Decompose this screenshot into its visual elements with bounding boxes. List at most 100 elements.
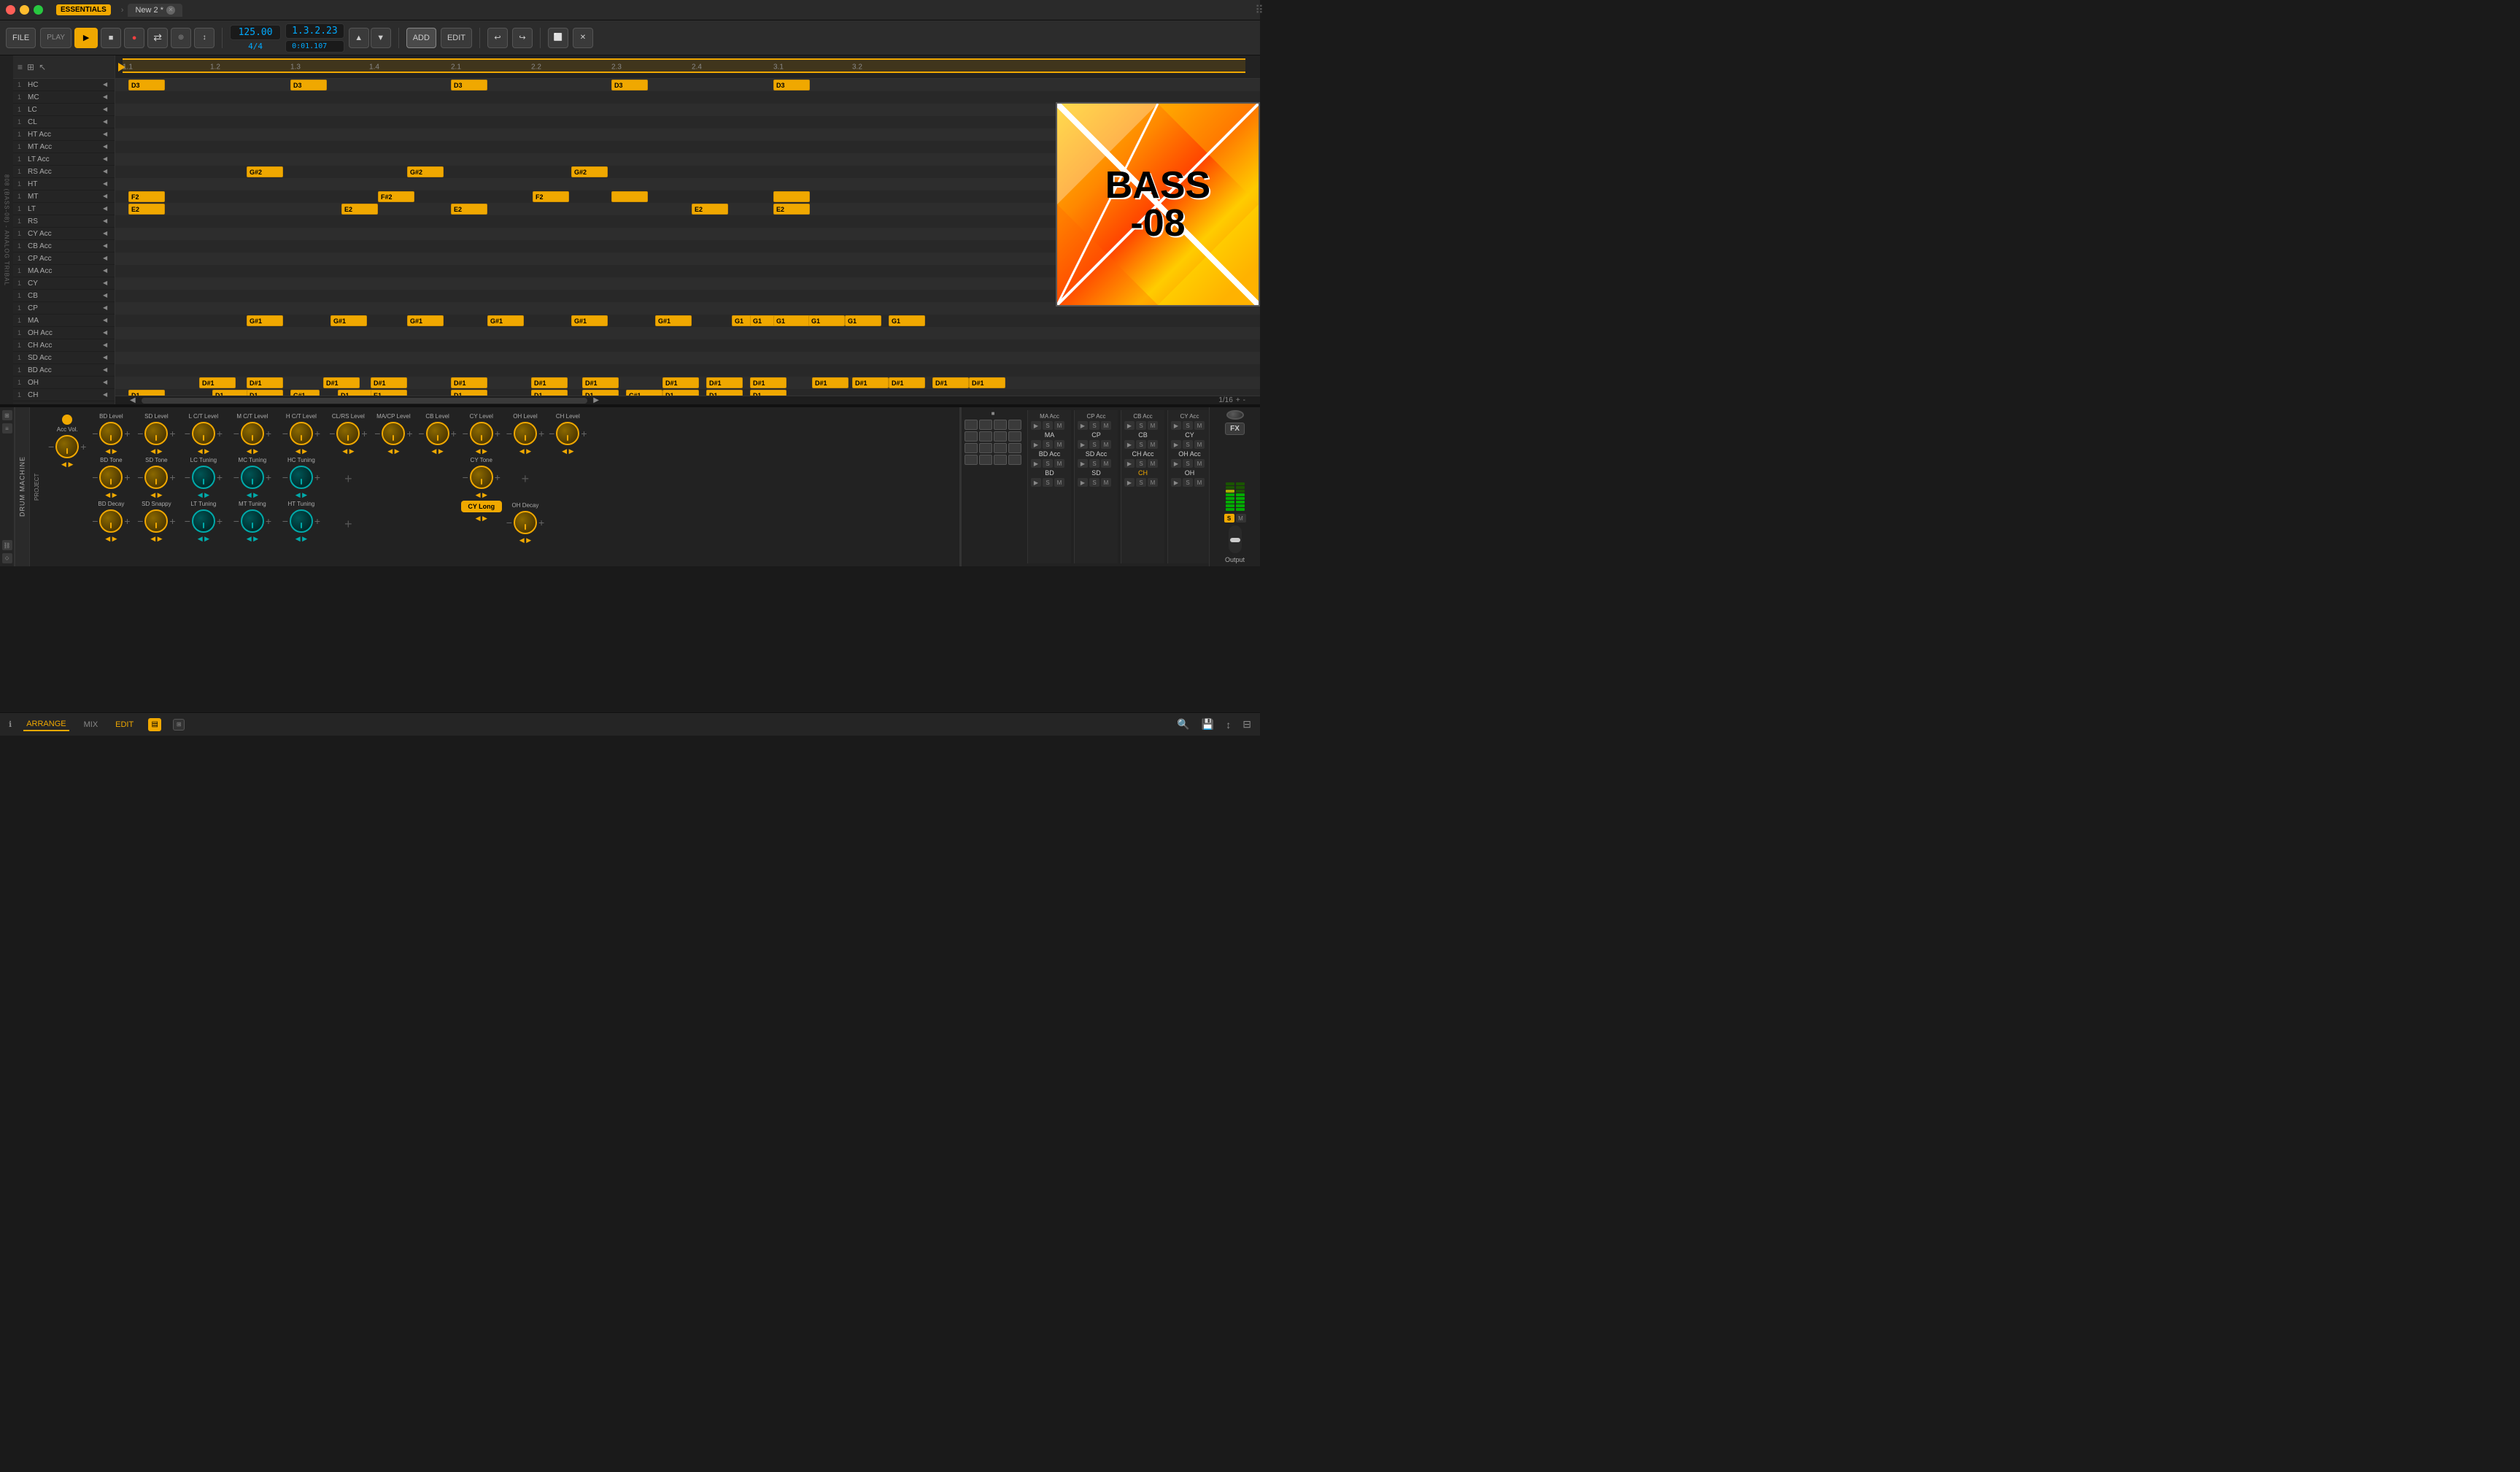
oh-decay-plus[interactable]: + xyxy=(538,517,544,528)
play-button[interactable]: ▶ xyxy=(74,28,98,48)
sd-level-plus[interactable]: + xyxy=(169,428,175,439)
clip-G1-6[interactable]: G#1 xyxy=(655,315,692,326)
zoom-out-btn[interactable]: - xyxy=(1243,396,1245,404)
minimize-btn[interactable] xyxy=(20,5,29,15)
save-icon[interactable]: 💾 xyxy=(1202,718,1214,731)
clrs-minus[interactable]: − xyxy=(329,428,335,439)
clip-F2-1[interactable]: F2 xyxy=(128,191,165,202)
ch-play[interactable]: ▶ xyxy=(1124,478,1135,487)
oh-acc-mute[interactable]: M xyxy=(1194,459,1205,468)
cp-play2[interactable]: ▶ xyxy=(1078,440,1088,449)
ht-tuning-knob[interactable] xyxy=(290,509,313,533)
clip-D1-oh-5[interactable]: D#1 xyxy=(451,377,487,388)
settings-button[interactable]: ✕ xyxy=(573,28,593,48)
pad-10[interactable] xyxy=(979,443,992,453)
sd-tone-plus[interactable]: + xyxy=(169,472,175,482)
auto-button[interactable]: ↕ xyxy=(194,28,214,48)
clip-D1-oh-9[interactable]: D#1 xyxy=(706,377,743,388)
clip-G2-2[interactable]: G#2 xyxy=(407,166,444,177)
pad-14[interactable] xyxy=(979,455,992,465)
clrs-plus[interactable]: + xyxy=(361,428,367,439)
bd-decay-plus[interactable]: + xyxy=(124,516,130,526)
clip-G1-5[interactable]: G#1 xyxy=(571,315,608,326)
lct-level-knob[interactable] xyxy=(192,422,215,445)
oh-level-minus[interactable]: − xyxy=(506,428,512,439)
edit-mode-indicator[interactable]: ▤ xyxy=(148,718,161,731)
lc-tuning-knob[interactable] xyxy=(192,466,215,489)
pad-12[interactable] xyxy=(1008,443,1021,453)
mt-tuning-minus[interactable]: − xyxy=(233,516,239,526)
acc-vol-knob[interactable] xyxy=(55,435,79,458)
sd-snappy-minus[interactable]: − xyxy=(137,516,143,526)
ch-acc-mute[interactable]: M xyxy=(1148,459,1158,468)
io-icon[interactable]: ⬦ xyxy=(2,553,12,563)
capture-button[interactable]: ⬜ xyxy=(548,28,568,48)
file-button[interactable]: FILE xyxy=(6,28,36,48)
bd-tone-minus[interactable]: − xyxy=(92,472,98,482)
ch-level-plus[interactable]: + xyxy=(581,428,587,439)
bd-tone-plus[interactable]: + xyxy=(124,472,130,482)
tab-close-btn[interactable]: ✕ xyxy=(166,6,175,15)
cy-tone-minus[interactable]: − xyxy=(463,472,468,482)
pad-7[interactable] xyxy=(994,431,1007,442)
sd-snappy-plus[interactable]: + xyxy=(169,516,175,526)
pad-6[interactable] xyxy=(979,431,992,442)
lt-tuning-knob[interactable] xyxy=(192,509,215,533)
macp-plus[interactable]: + xyxy=(406,428,412,439)
cy-mute2[interactable]: M xyxy=(1194,440,1205,449)
clip-D1-oh-7[interactable]: D#1 xyxy=(582,377,619,388)
sd-solo[interactable]: S xyxy=(1089,478,1099,487)
active-tab[interactable]: New 2 * ✕ xyxy=(128,4,182,17)
cy-solo2[interactable]: S xyxy=(1183,440,1193,449)
bd-tone-knob[interactable] xyxy=(99,466,123,489)
tempo-arrow-up[interactable]: ▲ xyxy=(349,28,369,48)
acc-vol-plus[interactable]: + xyxy=(80,442,86,452)
chain-icon[interactable]: ⛓ xyxy=(2,540,12,550)
list-icon[interactable]: ≡ xyxy=(18,62,23,72)
hc-tuning-knob[interactable] xyxy=(290,466,313,489)
cb-minus[interactable]: − xyxy=(418,428,424,439)
clip-D1-oh-1[interactable]: D#1 xyxy=(199,377,236,388)
cp-mute2[interactable]: M xyxy=(1101,440,1111,449)
grid-content[interactable]: D3 D3 D3 D3 D3 G#2 G#2 G#2 F2 F#2 F2 E2 … xyxy=(115,79,1260,404)
output-fader[interactable] xyxy=(1229,525,1242,553)
grid-view-icon[interactable]: ⊞ xyxy=(27,62,34,72)
info-icon[interactable]: ℹ xyxy=(9,720,12,729)
bd-mute[interactable]: M xyxy=(1054,478,1064,487)
clip-D1-oh-13[interactable]: D#1 xyxy=(889,377,925,388)
bd-level-plus[interactable]: + xyxy=(124,428,130,439)
cb-acc-solo[interactable]: S xyxy=(1136,421,1146,430)
cb-play2[interactable]: ▶ xyxy=(1124,440,1135,449)
cursor-icon[interactable]: ↖ xyxy=(39,62,46,72)
bd-acc-solo[interactable]: S xyxy=(1043,459,1053,468)
hct-level-knob[interactable] xyxy=(290,422,313,445)
hc-tuning-plus[interactable]: + xyxy=(314,472,320,482)
clip-F2-5[interactable] xyxy=(773,191,810,202)
sd-tone-minus[interactable]: − xyxy=(137,472,143,482)
macp-minus[interactable]: − xyxy=(374,428,380,439)
clip-F2-2[interactable]: F#2 xyxy=(378,191,414,202)
redo-button[interactable]: ↪ xyxy=(512,28,533,48)
cb-level-knob[interactable] xyxy=(426,422,449,445)
play-label-button[interactable]: PLAY xyxy=(40,28,71,48)
bd-solo[interactable]: S xyxy=(1043,478,1053,487)
edit-tab[interactable]: EDIT xyxy=(112,719,136,731)
cb-plus[interactable]: + xyxy=(451,428,457,439)
sd-snappy-knob[interactable] xyxy=(144,509,168,533)
sd-level-minus[interactable]: − xyxy=(137,428,143,439)
cb-acc-play[interactable]: ▶ xyxy=(1124,421,1135,430)
clip-D1-oh-6[interactable]: D#1 xyxy=(531,377,568,388)
add-btn-oh-2[interactable]: + xyxy=(506,457,544,501)
scroll-left-btn[interactable]: ◀ xyxy=(130,396,136,404)
clip-E2-5[interactable]: E2 xyxy=(773,204,810,215)
clip-D3-4[interactable]: D3 xyxy=(611,80,648,90)
clip-G1-4[interactable]: G#1 xyxy=(487,315,524,326)
mt-tuning-knob[interactable] xyxy=(241,509,264,533)
close-btn[interactable] xyxy=(6,5,15,15)
clip-G2-3[interactable]: G#2 xyxy=(571,166,608,177)
cy-play2[interactable]: ▶ xyxy=(1171,440,1181,449)
mc-tuning-minus[interactable]: − xyxy=(233,472,239,482)
browser-icon[interactable]: ≡ xyxy=(2,423,12,433)
cy-acc-play[interactable]: ▶ xyxy=(1171,421,1181,430)
pad-3[interactable] xyxy=(994,420,1007,430)
